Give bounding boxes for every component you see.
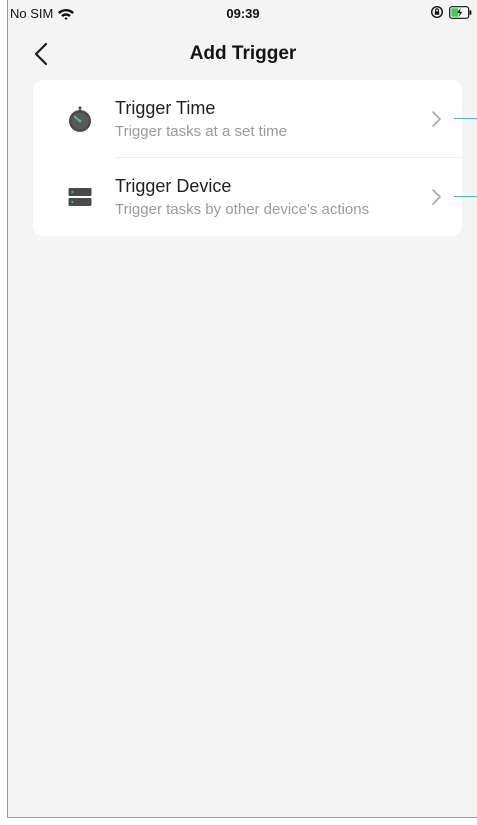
clock: 09:39 [226,6,260,21]
page-title: Add Trigger [189,43,297,64]
trigger-time-title: Trigger Time [115,98,216,118]
indicator-line [454,118,477,119]
battery-charging-icon [449,5,472,19]
nav-bar: Add Trigger [8,30,477,76]
status-right-group [430,5,472,19]
app-screen: No SIM 09:39 Add Trigger Trigger Time Tr… [7,0,477,818]
trigger-time-row[interactable]: Trigger Time Trigger tasks at a set time [33,80,462,158]
trigger-device-subtitle: Trigger tasks by other device's actions [115,201,370,218]
indicator-line [454,196,477,197]
trigger-device-row[interactable]: Trigger Device Trigger tasks by other de… [33,158,462,236]
trigger-options-card: Trigger Time Trigger tasks at a set time… [33,80,462,236]
stopwatch-icon [69,106,91,132]
status-bar: No SIM 09:39 [8,0,477,26]
chevron-right-icon [432,189,441,205]
trigger-device-title: Trigger Device [115,176,232,196]
device-icon [68,188,92,206]
orientation-lock-icon [430,5,444,19]
chevron-right-icon [432,111,441,127]
trigger-time-subtitle: Trigger tasks at a set time [115,123,288,140]
